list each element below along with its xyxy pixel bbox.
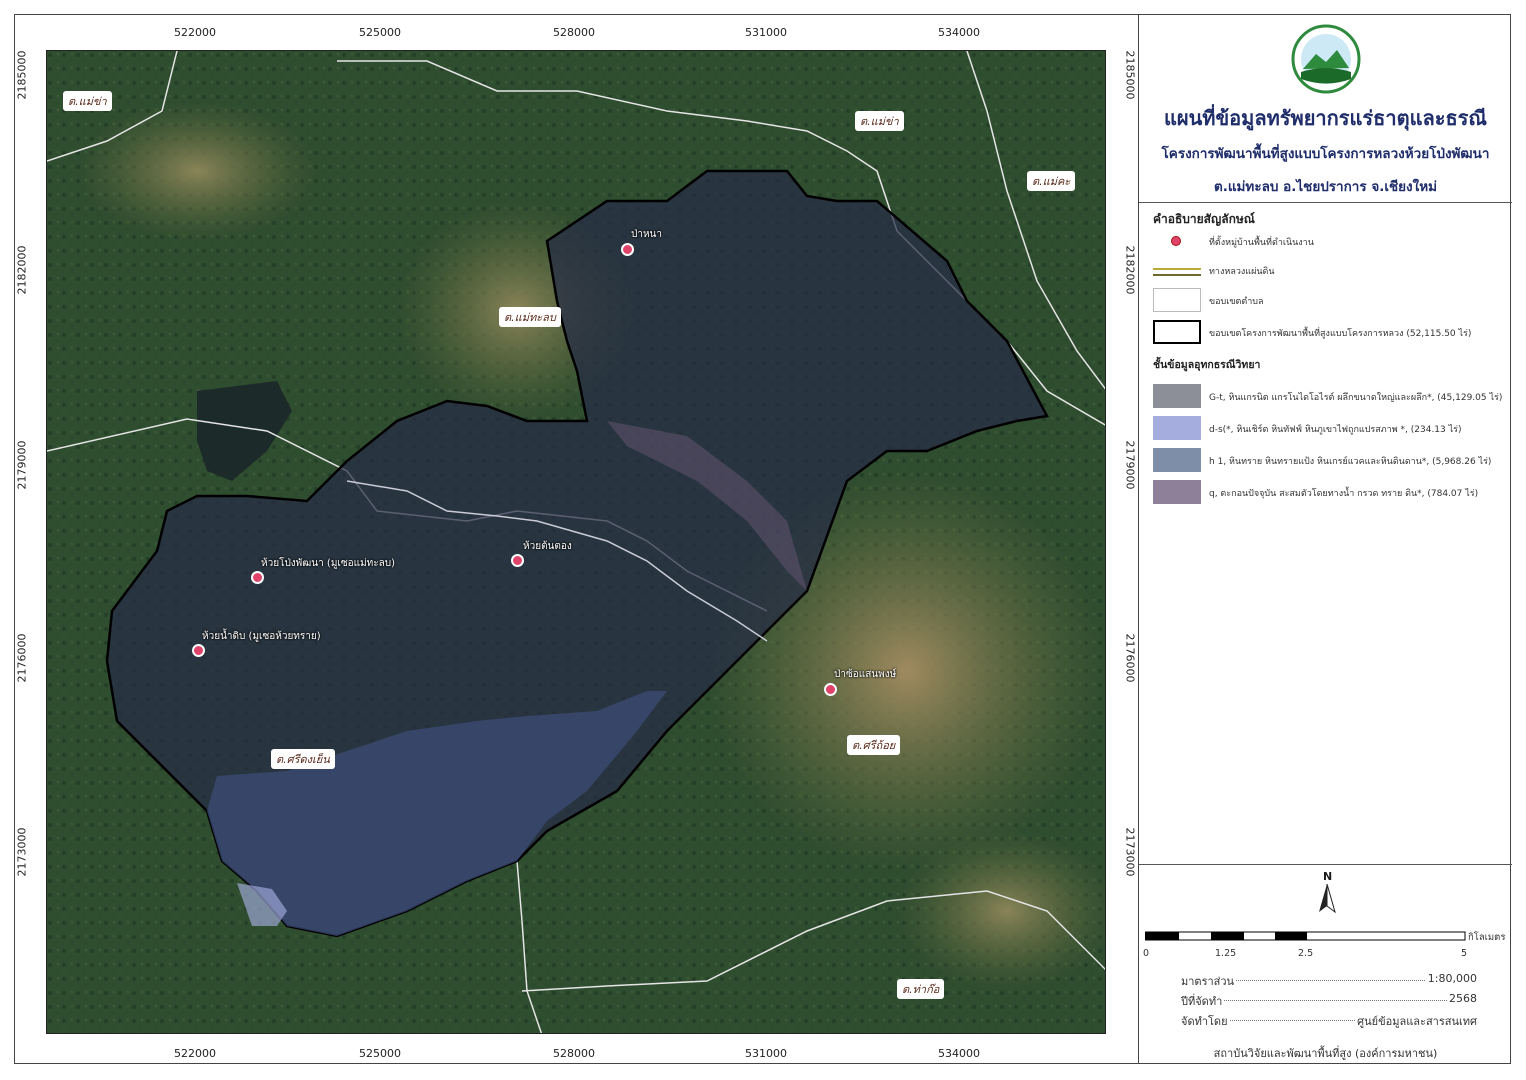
institute-logo (1291, 24, 1361, 94)
village-marker[interactable] (192, 644, 205, 657)
scale-unit: กิโลเมตร (1468, 932, 1506, 943)
legend-item-geology-ds: d-s(*, หินเชิร์ต หินทัฟฟ์ หินภูเขาไฟถูกแ… (1153, 416, 1503, 442)
legend-item-geology-gt: G-t, หินแกรนิต แกรโนไดโอไรต์ ผลึกขนาดใหญ… (1153, 384, 1503, 410)
subdistrict-label: ต.แม่คะ (1027, 171, 1076, 191)
project-boundary-swatch (1153, 320, 1201, 344)
map-title: แผนที่ข้อมูลทรัพยากรแร่ธาตุและธรณี (1164, 106, 1487, 130)
subdistrict-label: ต.แม่ข่า (63, 91, 112, 111)
grid-label-top: 531000 (745, 26, 787, 39)
grid-label-bottom: 534000 (938, 1047, 980, 1060)
subdistrict-label: ต.ศรีถ้อย (847, 735, 901, 755)
grid-label-top: 525000 (359, 26, 401, 39)
info-producer: จัดทำโดย ศูนย์ข้อมูลและสารสนเทศ (1179, 1012, 1479, 1030)
subdistrict-label: ต.ท่าก๊อ (897, 979, 945, 999)
scale-tick: 0 (1143, 948, 1150, 959)
grid-label-bottom: 531000 (745, 1047, 787, 1060)
legend-item-village: ที่ตั้งหมู่บ้านพื้นที่ดำเนินงาน (1153, 232, 1503, 258)
grid-label-left: 2176000 (15, 633, 29, 683)
village-label: ป่าหนา (631, 229, 663, 240)
scale-tick: 5 (1461, 948, 1468, 959)
village-label: ห้วยน้ำดิบ (มูเซอห้วยทราย) (202, 631, 321, 642)
subdistrict-label: ต.ศรีดงเย็น (271, 749, 335, 769)
grid-label-bottom: 522000 (174, 1047, 216, 1060)
village-marker[interactable] (511, 554, 524, 567)
village-label: ห้วยโป่งพัฒนา (มูเซอแม่ทะลบ) (261, 558, 396, 569)
map-subtitle: โครงการพัฒนาพื้นที่สูงแบบโครงการหลวงห้วย… (1161, 146, 1490, 162)
scale-tick: 2.5 (1298, 948, 1314, 959)
subdistrict-swatch (1153, 288, 1201, 312)
village-marker[interactable] (824, 683, 837, 696)
scale-tick: 1.25 (1215, 948, 1237, 959)
grid-label-left: 2185000 (15, 50, 29, 100)
legend-item-geology-q: q, ตะกอนปัจจุบัน สะสมตัวโดยทางน้ำ กรวด ท… (1153, 480, 1503, 506)
grid-label-bottom: 525000 (359, 1047, 401, 1060)
grid-label-right: 2182000 (1123, 245, 1137, 295)
divider (1139, 202, 1512, 203)
legend-title: คำอธิบายสัญลักษณ์ (1153, 212, 1255, 226)
grid-label-top: 522000 (174, 26, 216, 39)
farmland-patch (77, 101, 317, 241)
satellite-map[interactable]: ป่าหนา ห้วยต้นตอง ห้วยโป่งพัฒนา (มูเซอแม… (46, 50, 1106, 1034)
geology-legend-title: ชั้นข้อมูลอุทกธรณีวิทยา (1153, 359, 1261, 371)
grid-label-top: 534000 (938, 26, 980, 39)
legend-item-geology-h1: h 1, หินทราย หินทรายแป้ง หินเกรย์แวคและห… (1153, 448, 1503, 474)
footer-institution: สถาบันวิจัยและพัฒนาพื้นที่สูง (องค์การมห… (1213, 1047, 1438, 1060)
grid-label-right: 2179000 (1123, 440, 1137, 490)
village-marker[interactable] (251, 571, 264, 584)
divider (1139, 864, 1512, 865)
north-arrow-icon (1319, 884, 1336, 914)
legend-item-highway: ทางหลวงแผ่นดิน (1153, 262, 1503, 288)
map-location: ต.แม่ทะลบ อ.ไชยปราการ จ.เชียงใหม่ (1213, 179, 1438, 195)
grid-label-right: 2185000 (1123, 50, 1137, 100)
geology-gt-swatch (1153, 384, 1201, 408)
geology-ds-swatch (1153, 416, 1201, 440)
village-label: ห้วยต้นตอง (523, 541, 572, 552)
grid-label-top: 528000 (553, 26, 595, 39)
subdistrict-label: ต.แม่ข่า (855, 111, 904, 131)
map-canvas (47, 51, 1105, 1033)
grid-label-right: 2176000 (1123, 633, 1137, 683)
geology-q-swatch (1153, 480, 1201, 504)
subdistrict-label: ต.แม่ทะลบ (499, 307, 561, 327)
highway-line-icon (1153, 268, 1201, 276)
grid-label-bottom: 528000 (553, 1047, 595, 1060)
grid-label-right: 2173000 (1123, 827, 1137, 877)
geology-h1-swatch (1153, 448, 1201, 472)
side-panel: แผนที่ข้อมูลทรัพยากรแร่ธาตุและธรณี โครงก… (1138, 14, 1512, 1064)
scale-bar (1145, 931, 1466, 941)
info-scale: มาตราส่วน 1:80,000 (1179, 972, 1479, 990)
info-year: ปีที่จัดทำ 2568 (1179, 992, 1479, 1010)
village-label: ป่าซ้อแสนพงษ์ (834, 669, 897, 680)
legend-item-project: ขอบเขตโครงการพัฒนาพื้นที่สูงแบบโครงการหล… (1153, 320, 1503, 346)
grid-label-left: 2179000 (15, 440, 29, 490)
village-marker[interactable] (621, 243, 634, 256)
grid-label-left: 2173000 (15, 827, 29, 877)
grid-label-left: 2182000 (15, 245, 29, 295)
north-label: N (1323, 870, 1333, 883)
legend-item-subdistrict: ขอบเขตตำบล (1153, 288, 1503, 314)
village-marker-icon (1171, 236, 1181, 246)
